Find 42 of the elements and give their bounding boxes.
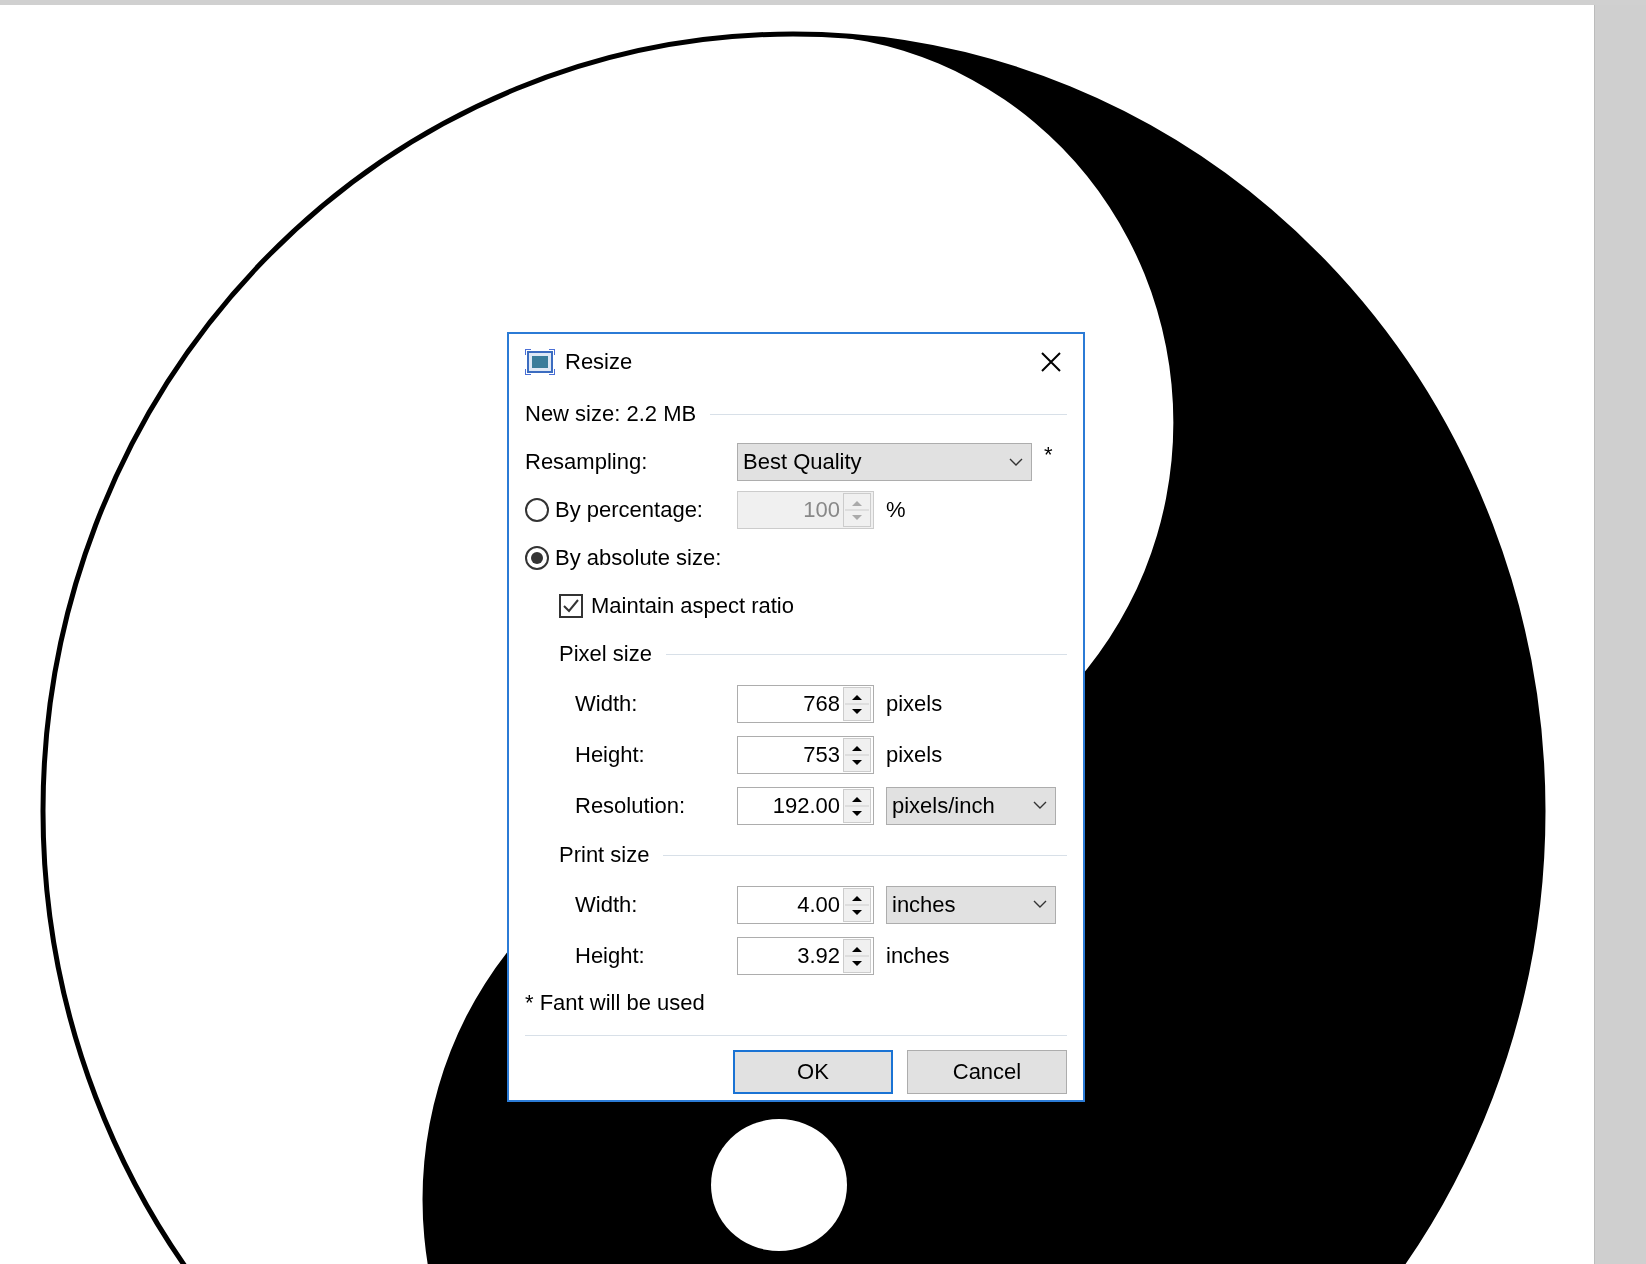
field-label: Width: — [575, 891, 639, 918]
picture-icon — [525, 349, 555, 375]
spin-button[interactable] — [843, 788, 871, 823]
number-field[interactable]: 3.92 — [737, 936, 874, 975]
chevron-down-icon — [1033, 900, 1047, 909]
unit-dropdown[interactable]: inches — [886, 885, 1056, 924]
spin-button[interactable] — [843, 686, 871, 721]
checkbox-label[interactable]: Maintain aspect ratio — [591, 593, 794, 619]
dialog-button[interactable]: Cancel — [907, 1050, 1067, 1094]
unit-label: pixels — [886, 741, 943, 768]
radio-button[interactable] — [525, 546, 549, 570]
resampling-label: Resampling: — [525, 449, 649, 475]
radio-label[interactable]: By absolute size: — [555, 545, 722, 571]
unit-label: pixels — [886, 690, 943, 717]
number-field[interactable]: 768 — [737, 684, 874, 723]
chevron-down-icon — [1033, 801, 1047, 810]
number-field[interactable]: 4.00 — [737, 885, 874, 924]
field-label: Height: — [575, 741, 646, 768]
field-label: Resolution: — [575, 792, 687, 819]
unit-dropdown[interactable]: pixels/inch — [886, 786, 1056, 825]
new-size-label: New size: 2.2 MB — [525, 401, 697, 427]
radio-button[interactable] — [525, 498, 549, 522]
dialog-button[interactable]: OK — [733, 1050, 893, 1094]
close-icon — [1041, 352, 1061, 372]
chevron-down-icon — [1009, 457, 1023, 467]
number-field[interactable]: 753 — [737, 735, 874, 774]
number-field[interactable]: 192.00 — [737, 786, 874, 825]
unit-label: % — [886, 497, 906, 523]
checkbox[interactable] — [559, 594, 583, 618]
footnote: * Fant will be used — [525, 990, 705, 1016]
resampling-dropdown[interactable]: Best Quality — [737, 443, 1032, 481]
unit-label: inches — [886, 942, 950, 969]
field-label: Width: — [575, 690, 639, 717]
radio-label[interactable]: By percentage: — [555, 497, 703, 523]
asterisk-note: * — [1044, 442, 1053, 468]
spin-button[interactable] — [843, 938, 871, 973]
spin-button[interactable] — [843, 737, 871, 772]
spin-button[interactable] — [843, 887, 871, 922]
group-heading: Print size — [559, 842, 650, 868]
dialog-title: Resize — [565, 349, 634, 375]
group-heading: Pixel size — [559, 641, 652, 667]
field-label: Height: — [575, 942, 646, 969]
